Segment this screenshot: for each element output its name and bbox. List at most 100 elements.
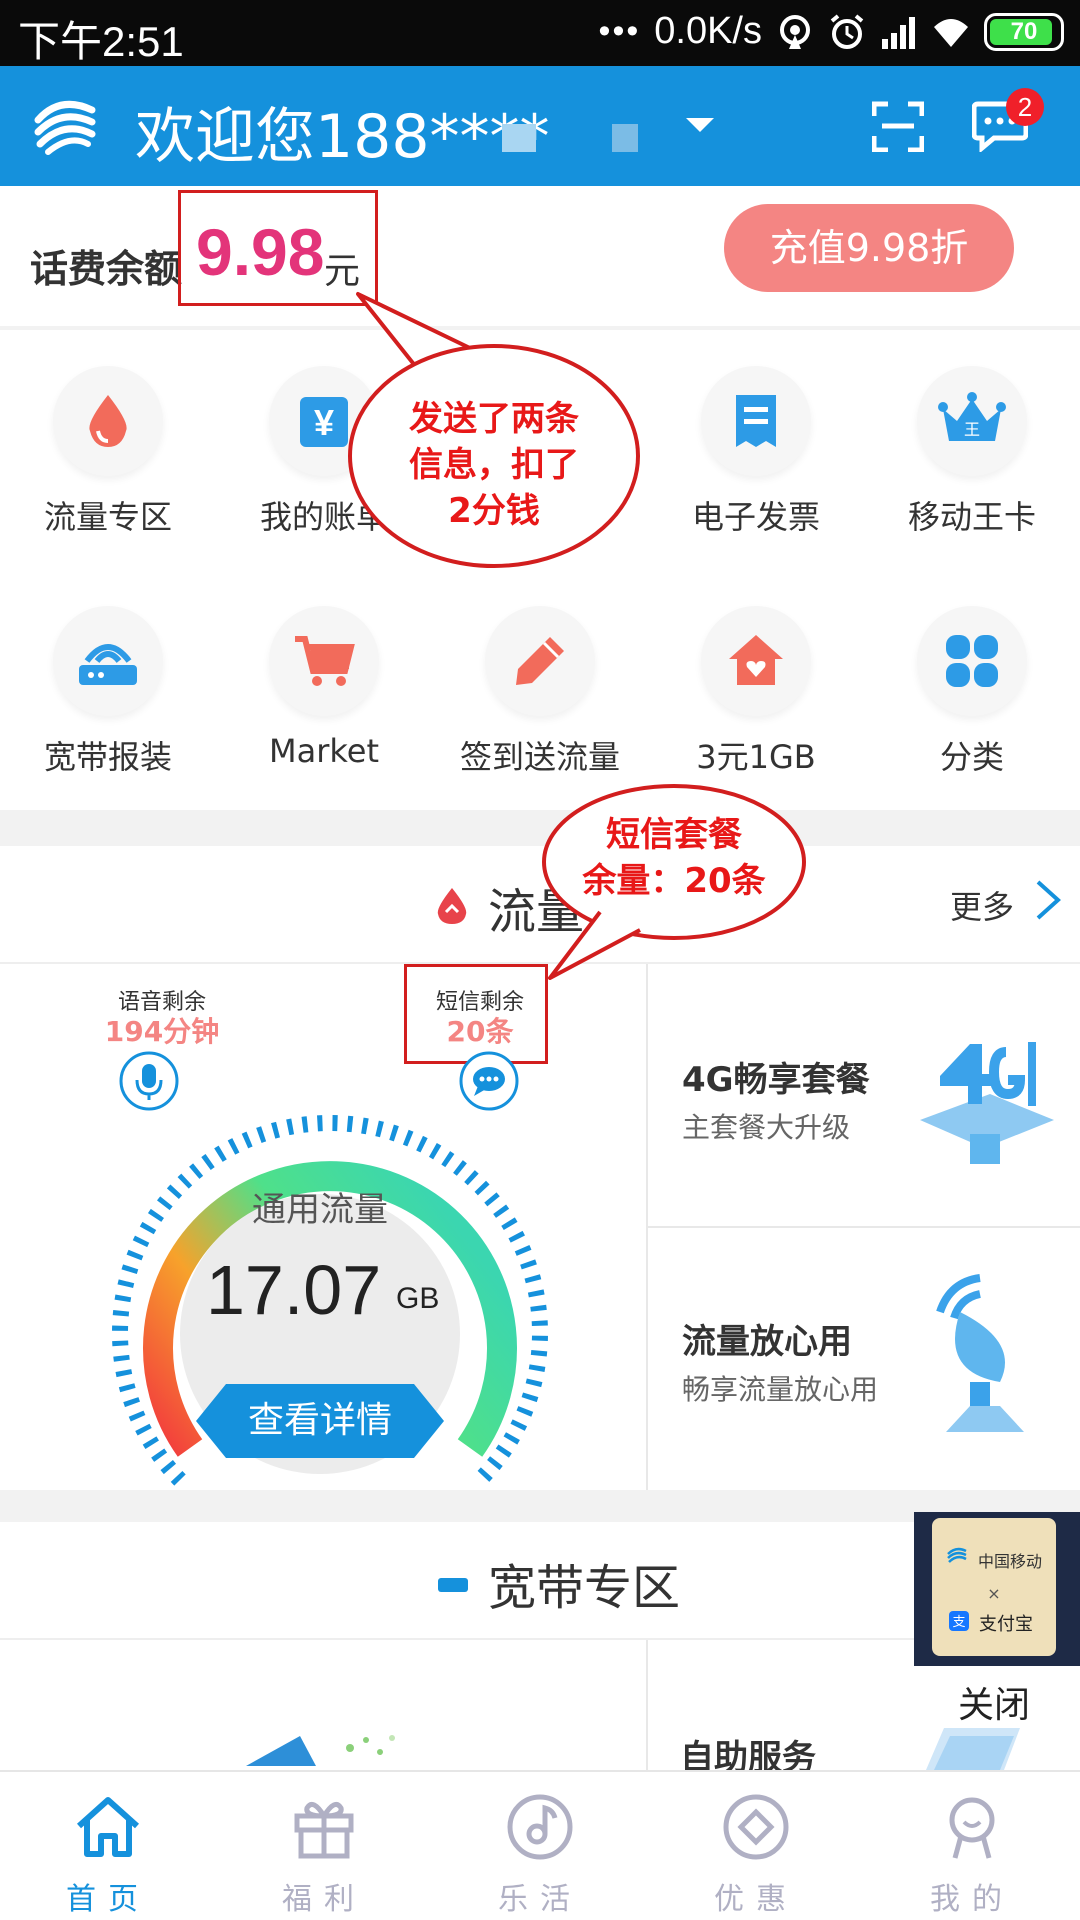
promo-title: 流量放心用 — [682, 1322, 852, 1362]
view-details-button[interactable]: 查看详情 — [196, 1384, 444, 1458]
nav-label: 我的 — [930, 1882, 1014, 1917]
house-icon — [729, 635, 783, 685]
promo-flow-worry-free[interactable]: 流量放心用 畅享流量放心用 — [648, 1228, 1080, 1490]
ad-cross: × — [987, 1584, 1001, 1603]
promo-subtitle: 主套餐大升级 — [682, 1111, 851, 1144]
nav-label: 福利 — [282, 1882, 366, 1917]
svg-text:王: 王 — [964, 420, 980, 439]
invoice-icon — [736, 395, 776, 447]
account-dropdown-icon[interactable] — [686, 118, 714, 132]
grid-item-label: 分类 — [939, 738, 1004, 776]
grid-item-label: 电子发票 — [691, 498, 820, 536]
nav-benefits[interactable]: 福利 — [216, 1792, 432, 1918]
profile-icon — [949, 1797, 995, 1859]
masked-number-block — [612, 124, 638, 152]
ad-brand-china-mobile: 中国移动 — [977, 1552, 1042, 1571]
promo-title: 4G畅享套餐 — [682, 1060, 870, 1100]
callout-line: 2分钱 — [448, 491, 540, 531]
wifi-icon — [934, 18, 968, 47]
grid-item-e-invoice[interactable]: 电子发票 — [648, 366, 864, 538]
crown-icon: 王 — [938, 392, 1006, 441]
app-header: 欢迎您188**** 2 — [0, 66, 1080, 186]
recharge-button[interactable]: 充值9.98折 — [724, 204, 1014, 292]
grid-item-3yuan-1gb[interactable]: 3元1GB — [648, 606, 864, 778]
alarm-icon — [830, 13, 864, 49]
gauge-value: 17.07 — [206, 1251, 382, 1329]
nav-label: 首页 — [66, 1882, 150, 1917]
battery-icon: 70 — [984, 12, 1064, 51]
welcome-text: 欢迎您188**** — [135, 102, 550, 172]
callout-line: 短信套餐 — [606, 815, 742, 855]
status-bar: 下午2:51 ••• 0.0K/s 70 — [0, 0, 1080, 66]
annotation-box-balance — [178, 190, 378, 306]
grid-item-label: 流量专区 — [43, 498, 172, 536]
grid-item-market[interactable]: Market — [216, 606, 432, 770]
grid-item-label: 移动王卡 — [907, 498, 1036, 536]
category-icon — [946, 635, 998, 687]
callout-line: 发送了两条 — [409, 399, 579, 439]
grid-item-label: Market — [269, 732, 379, 770]
pencil-icon — [516, 637, 564, 685]
scan-icon[interactable] — [872, 100, 924, 152]
router-icon — [79, 644, 137, 685]
message-badge: 2 — [1006, 88, 1044, 126]
nav-mine[interactable]: 我的 — [864, 1792, 1080, 1918]
grid-item-label: 宽带报装 — [43, 738, 172, 776]
satellite-dish-icon — [936, 1274, 1024, 1432]
broadband-section-title: 宽带专区 — [488, 1560, 681, 1616]
gift-icon — [294, 1801, 354, 1859]
callout-line: 余量：20条 — [582, 861, 766, 901]
voice-remaining-value: 194分钟 — [104, 1015, 220, 1048]
battery-level: 70 — [1010, 17, 1038, 45]
clock: 下午2:51 — [18, 18, 184, 65]
nav-offers[interactable]: 优惠 — [648, 1792, 864, 1918]
self-service-illustration-icon — [926, 1728, 1020, 1770]
cart-icon — [295, 636, 355, 686]
callout-text-sms: 短信套餐 余量：20条 — [554, 812, 794, 904]
gauge-unit: GB — [396, 1282, 440, 1315]
droplet-icon — [89, 395, 127, 447]
flow-section-body: 语音剩余 194分钟 短信剩余 20条 通用流量 17.07 GB 查看详情 4… — [0, 964, 1080, 1490]
grid-item-category[interactable]: 分类 — [864, 606, 1080, 778]
promo-4g-package[interactable]: 4G畅享套餐 主套餐大升级 — [648, 964, 1080, 1226]
annotation-box-sms — [404, 964, 548, 1064]
close-ad-button[interactable]: 关闭 — [958, 1676, 1030, 1728]
ad-card: 中国移动 × 支 支付宝 — [932, 1518, 1056, 1656]
chevron-right-icon[interactable] — [1030, 876, 1066, 924]
china-mobile-logo-icon[interactable] — [30, 90, 100, 160]
gauge-title: 通用流量 — [252, 1190, 388, 1230]
callout-text-balance: 发送了两条 信息，扣了 2分钱 — [354, 396, 634, 534]
broadband-illustration-icon — [246, 1735, 395, 1766]
music-icon — [507, 1794, 573, 1860]
grid-item-label: 签到送流量 — [459, 738, 620, 776]
more-dots: ••• — [598, 12, 641, 50]
flow-droplet-icon — [437, 888, 467, 924]
nav-home[interactable]: 首页 — [0, 1792, 216, 1918]
promo-subtitle: 畅享流量放心用 — [682, 1373, 879, 1406]
nav-label: 乐活 — [498, 1882, 582, 1917]
signal-icon — [882, 16, 915, 49]
status-icons: ••• 0.0K/s 70 — [599, 10, 1064, 53]
grid-item-broadband-install[interactable]: 宽带报装 — [0, 606, 216, 778]
grid-item-label: 3元1GB — [696, 738, 816, 776]
more-link[interactable]: 更多 — [950, 882, 1014, 928]
broadband-icon — [438, 1578, 468, 1592]
home-icon — [76, 1797, 140, 1857]
grid-item-checkin[interactable]: 签到送流量 — [432, 606, 648, 778]
hotspot-icon — [780, 14, 810, 49]
nav-lifestyle[interactable]: 乐活 — [432, 1792, 648, 1918]
svg-text:¥: ¥ — [314, 402, 334, 443]
grid-item-king-card[interactable]: 王 移动王卡 — [864, 366, 1080, 538]
coupon-icon — [723, 1794, 789, 1860]
balance-label: 话费余额 — [30, 247, 183, 291]
ad-brand-alipay: 支付宝 — [979, 1614, 1033, 1635]
network-speed: 0.0K/s — [654, 10, 762, 52]
masked-number-block — [502, 124, 536, 152]
divider — [646, 1640, 648, 1770]
nav-label: 优惠 — [714, 1882, 798, 1917]
floating-ad-banner[interactable]: 中国移动 × 支 支付宝 — [914, 1512, 1080, 1666]
4g-illustration-icon — [920, 1042, 1054, 1164]
callout-line: 信息，扣了 — [409, 445, 579, 485]
bottom-navigation: 首页 福利 乐活 优惠 我的 — [0, 1770, 1080, 1920]
grid-item-data-zone[interactable]: 流量专区 — [0, 366, 216, 538]
